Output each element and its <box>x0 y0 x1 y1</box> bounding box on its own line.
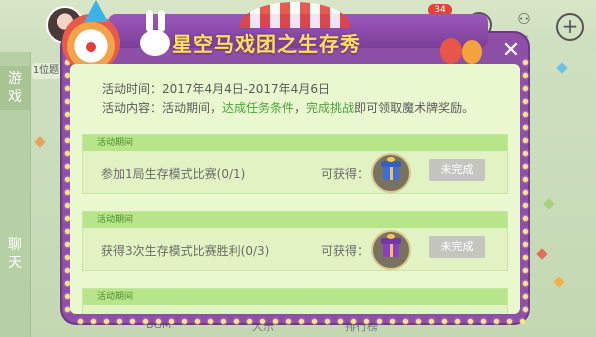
description-highlight: 达成任务条件 <box>222 101 295 115</box>
light-bulb <box>312 319 317 324</box>
light-bulb <box>523 177 528 182</box>
rabbit-icon <box>140 30 170 56</box>
light-bulb <box>260 319 265 324</box>
reward-label: 可获得： <box>321 167 370 181</box>
reward-gift[interactable] <box>371 153 411 193</box>
claim-button[interactable]: 未完成 <box>429 159 485 181</box>
light-bulb <box>130 319 135 324</box>
light-bulb <box>507 319 512 324</box>
light-bulb <box>351 319 356 324</box>
rabbit-ear-icon <box>158 10 165 32</box>
light-bulb <box>273 319 278 324</box>
light-bulb <box>78 319 83 324</box>
balloon-icon <box>462 40 482 64</box>
light-bulb <box>286 319 291 324</box>
task-header: 活动期间 <box>83 135 507 151</box>
light-bulb <box>523 164 528 169</box>
light-bulb <box>390 319 395 324</box>
light-bulb <box>523 307 528 312</box>
light-bulb <box>182 319 187 324</box>
light-bulb <box>523 255 528 260</box>
light-bulb <box>234 319 239 324</box>
task-header: 活动期间 <box>83 212 507 228</box>
reward-gift[interactable] <box>371 230 411 270</box>
claim-button[interactable]: 未完成 <box>429 236 485 258</box>
light-bulb <box>523 203 528 208</box>
light-bulb <box>104 319 109 324</box>
light-bulb <box>523 268 528 273</box>
sidebar-tab-games[interactable]: 游戏 <box>0 66 30 110</box>
light-bulb <box>377 319 382 324</box>
light-bulb <box>481 319 486 324</box>
party-hat-icon <box>84 0 108 22</box>
light-bulb <box>523 99 528 104</box>
task-card: 活动期间 <box>82 288 508 314</box>
gift-bow <box>387 157 395 162</box>
light-bulb <box>523 216 528 221</box>
light-bulb <box>91 319 96 324</box>
light-bulb <box>208 319 213 324</box>
light-bulb <box>156 319 161 324</box>
light-bulb <box>523 281 528 286</box>
light-bulb <box>523 73 528 78</box>
light-bulb <box>338 319 343 324</box>
close-icon[interactable]: ✕ <box>498 38 524 64</box>
light-bulb <box>247 319 252 324</box>
user-icon: ⚇ <box>517 10 531 28</box>
light-bulb <box>523 86 528 91</box>
light-bulb <box>221 319 226 324</box>
light-bulb <box>520 319 525 324</box>
light-bulb <box>117 319 122 324</box>
clown-nose-icon <box>86 42 96 52</box>
light-bulb <box>442 319 447 324</box>
light-bulb <box>523 151 528 156</box>
light-bulb <box>523 138 528 143</box>
light-bulb <box>416 319 421 324</box>
light-bulb <box>143 319 148 324</box>
description-text: 活动内容：活动期间， <box>102 101 223 115</box>
gift-icon <box>383 166 399 180</box>
light-bulb <box>523 294 528 299</box>
light-bulb <box>325 319 330 324</box>
sidebar-tab-chat[interactable]: 聊天 <box>0 236 30 276</box>
sidebar-tab-label: 聊天 <box>8 237 22 271</box>
description-text: 即可领取魔术牌奖励。 <box>354 101 475 115</box>
task-description: 获得3次生存模式比赛胜利(0/3) <box>101 244 270 258</box>
rabbit-ear-icon <box>146 10 153 32</box>
light-bulb <box>523 190 528 195</box>
light-bulb <box>523 112 528 117</box>
light-bulb <box>299 319 304 324</box>
reward-label: 可获得： <box>321 244 370 258</box>
light-bulb <box>523 229 528 234</box>
light-bulb <box>523 242 528 247</box>
light-bulb <box>169 319 174 324</box>
event-time: 活动时间：2017年4月4日-2017年4月6日 <box>102 82 330 96</box>
light-bulb <box>364 319 369 324</box>
light-bulb <box>429 319 434 324</box>
light-bulb <box>468 319 473 324</box>
gift-icon <box>383 243 399 257</box>
task-card: 活动期间 获得3次生存模式比赛胜利(0/3) 可获得： 未完成 <box>82 211 508 271</box>
task-card: 活动期间 参加1局生存模式比赛(0/1) 可获得： 未完成 <box>82 134 508 194</box>
light-bulb <box>523 125 528 130</box>
light-bulb <box>494 319 499 324</box>
rank-chip[interactable]: 1位题 <box>32 63 60 79</box>
light-bulb <box>403 319 408 324</box>
event-description: 活动内容：活动期间，达成任务条件，完成挑战即可领取魔术牌奖励。 <box>102 99 474 116</box>
balloon-icon <box>440 38 462 64</box>
modal-title: 星空马戏团之生存秀 <box>172 32 361 56</box>
task-header: 活动期间 <box>83 289 507 305</box>
gift-bow <box>387 234 395 239</box>
light-bulb <box>455 319 460 324</box>
light-bulb <box>195 319 200 324</box>
add-button[interactable]: + <box>556 13 584 41</box>
modal-content: 活动时间：2017年4月4日-2017年4月6日 活动内容：活动期间，达成任务条… <box>70 64 520 314</box>
description-highlight: 完成挑战 <box>306 101 355 115</box>
description-text: ， <box>294 101 307 115</box>
sidebar-tab-label: 游戏 <box>8 71 22 105</box>
task-description: 参加1局生存模式比赛(0/1) <box>101 167 246 181</box>
